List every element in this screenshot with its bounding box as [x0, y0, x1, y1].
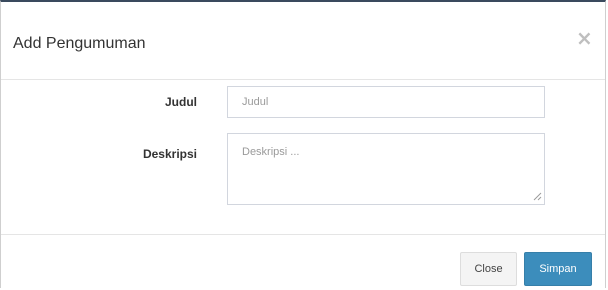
save-button[interactable]: Simpan [524, 252, 592, 286]
resize-handle-icon[interactable] [533, 192, 542, 201]
judul-label: Judul [165, 95, 197, 109]
deskripsi-label: Deskripsi [142, 147, 197, 161]
add-pengumuman-modal: Add Pengumuman × Judul Deskripsi Close S… [0, 0, 606, 288]
modal-header: Add Pengumuman × [1, 2, 605, 80]
close-button[interactable]: Close [460, 252, 517, 286]
judul-input[interactable] [227, 86, 545, 118]
close-icon[interactable]: × [576, 28, 593, 48]
deskripsi-textarea[interactable] [227, 133, 545, 205]
modal-title: Add Pengumuman [13, 35, 146, 52]
